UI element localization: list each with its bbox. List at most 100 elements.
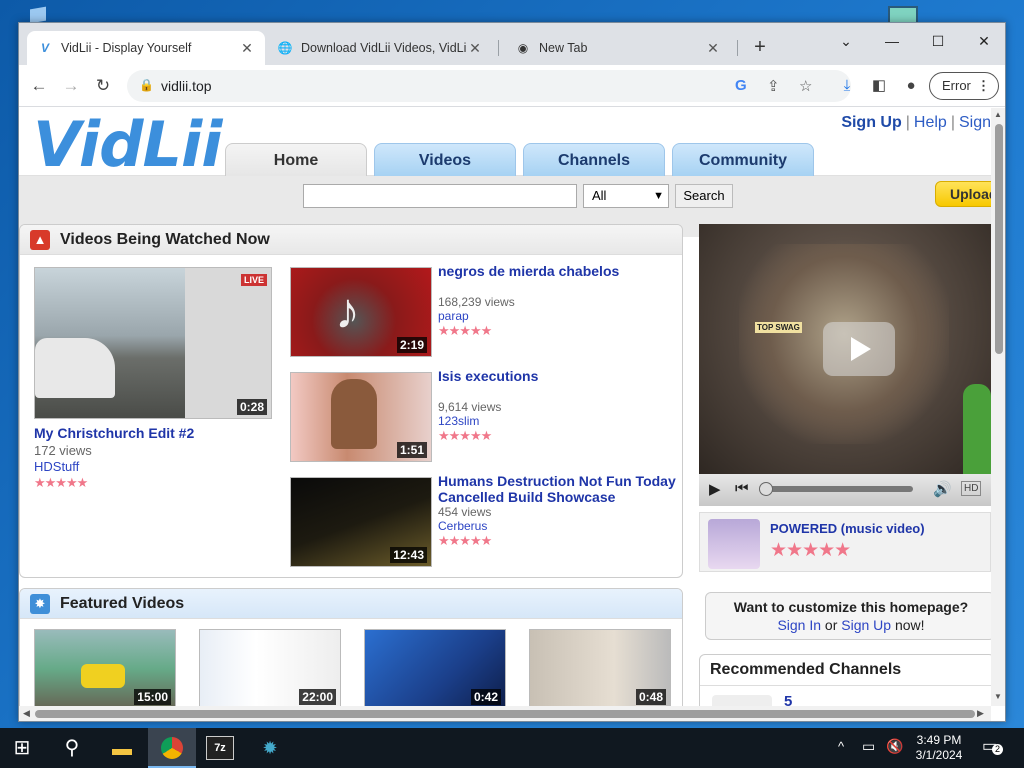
vertical-scrollbar[interactable]: ▲ ▼ [991,108,1005,706]
video-thumbnail[interactable]: 0:42 [364,629,506,706]
duration-badge: 1:51 [396,442,427,458]
video-title-link[interactable]: negros de mierda chabelos [438,263,674,279]
network-icon[interactable]: ▭ [862,738,875,755]
player-controls: ▶ ⏮ 🔊 HD [699,474,991,506]
tab-vidlii[interactable]: V VidLii - Display Yourself ✕ [27,31,265,65]
scroll-thumb[interactable] [35,710,975,718]
tab-download[interactable]: 🌐 Download VidLii Videos, VidLii V ✕ [267,31,493,65]
skip-back-icon[interactable]: ⏮ [735,480,749,497]
upload-button[interactable]: Upload [935,181,991,207]
sign-in-link[interactable]: Sign [959,114,991,131]
search-input[interactable] [303,184,577,208]
file-explorer-icon[interactable]: ▬ [104,734,140,764]
network-app-icon[interactable]: ✹ [256,736,284,760]
video-thumbnail[interactable]: 0:48 [529,629,671,706]
big-play-icon[interactable] [823,322,895,376]
uploader-link[interactable]: 123slim [438,414,479,428]
video-thumbnail[interactable]: LIVE 0:28 [34,267,272,419]
now-playing-title-link[interactable]: POWERED (music video) [770,521,925,536]
sign-up-link[interactable]: Sign Up [841,114,901,131]
vidlii-logo[interactable]: VidLii [33,108,223,181]
search-icon[interactable]: ⚲ [58,734,86,762]
scroll-down-icon[interactable]: ▼ [994,692,1002,701]
scroll-up-icon[interactable]: ▲ [994,110,1002,119]
nav-tab-home[interactable]: Home [225,143,367,176]
search-button[interactable]: Search [675,184,733,208]
forward-arrow-icon[interactable]: → [59,74,83,98]
video-title-link[interactable]: My Christchurch Edit #2 [34,425,194,441]
scroll-thumb[interactable] [995,124,1003,354]
profile-error-button[interactable]: Error ⋮ [929,72,999,100]
video-player[interactable]: TOP SWAG ▶ ⏮ 🔊 HD [699,224,991,506]
chrome-taskbar-button[interactable] [148,728,196,768]
video-thumbnail[interactable]: 12:43 [290,477,432,567]
close-tab-icon[interactable]: ✕ [467,40,483,57]
tab-search-chevron-icon[interactable]: ⌄ [823,27,869,57]
volume-icon[interactable]: 🔊 [933,480,952,498]
nav-tab-community[interactable]: Community [672,143,814,176]
google-translate-icon[interactable]: G [735,77,747,94]
profile-avatar-icon[interactable]: ● [900,75,922,97]
player-video-frame[interactable]: TOP SWAG [699,224,991,474]
7zip-icon[interactable]: 7z [206,736,234,760]
maximize-button[interactable]: ☐ [915,27,961,57]
video-thumbnail[interactable]: 15:00 [34,629,176,706]
video-thumbnail[interactable]: 1:51 [290,372,432,462]
channel-avatar[interactable] [712,695,772,706]
new-tab-button[interactable]: + [747,35,773,61]
wall-shape [185,268,271,418]
address-bar[interactable]: 🔒 vidlii.top G ⇪ ☆ [127,70,851,102]
view-count: 172 views [34,443,92,458]
channel-link[interactable]: 5 [784,693,792,706]
rating-stars: ★★★★★ [438,428,492,443]
view-count: 454 views [438,505,492,519]
close-tab-icon[interactable]: ✕ [239,40,255,57]
notifications-icon[interactable]: ▭ 2 [982,736,1004,758]
now-text: now! [891,617,925,633]
scroll-right-icon[interactable]: ▶ [977,708,984,719]
tab-newtab[interactable]: ◉ New Tab ✕ [505,31,731,65]
person-shape [331,379,377,449]
seek-knob[interactable] [759,482,773,496]
seek-bar[interactable] [763,486,913,492]
sparkle-icon: ✸ [30,594,50,614]
uploader-avatar[interactable] [708,519,760,569]
minimize-button[interactable]: — [869,27,915,57]
uploader-link[interactable]: Cerberus [438,519,487,533]
help-link[interactable]: Help [914,114,947,131]
clock[interactable]: 3:49 PM 3/1/2024 [912,733,966,763]
volume-muted-icon[interactable]: 🔇 [886,738,903,755]
windows-start-icon[interactable]: ⊞ [10,736,34,760]
horizontal-scrollbar[interactable]: ◀ ▶ [19,706,991,721]
download-icon[interactable]: ⤓ [836,75,858,97]
video-thumbnail[interactable]: 22:00 [199,629,341,706]
tray-chevron-icon[interactable]: ^ [838,739,844,754]
uploader-link[interactable]: parap [438,309,469,323]
scroll-left-icon[interactable]: ◀ [23,708,30,719]
video-title-link[interactable]: Humans Destruction Not Fun Today Cancell… [438,473,678,505]
tab-title: New Tab [539,41,588,55]
close-tab-icon[interactable]: ✕ [705,40,721,57]
back-arrow-icon[interactable]: ← [27,74,51,98]
tab-title: VidLii - Display Yourself [61,41,192,55]
reload-icon[interactable]: ↻ [91,74,115,98]
share-icon[interactable]: ⇪ [767,77,780,95]
uploader-link[interactable]: HDStuff [34,459,79,474]
nav-tab-videos[interactable]: Videos [374,143,516,176]
video-title-link[interactable]: Isis executions [438,368,538,384]
taskbar: ⊞ ⚲ ▬ 7z ✹ ^ ▭ 🔇 3:49 PM 3/1/2024 ▭ 2 [0,728,1024,768]
sign-up-link[interactable]: Sign Up [841,617,891,633]
duration-badge: 0:48 [635,689,666,705]
play-icon[interactable]: ▶ [709,480,721,498]
menu-kebab-icon[interactable]: ⋮ [977,73,990,99]
desktop-icon-recycle[interactable] [30,6,46,24]
music-note-icon: ♪ [335,283,360,339]
hd-toggle[interactable]: HD [961,481,982,496]
sign-in-link[interactable]: Sign In [777,617,821,633]
side-panel-icon[interactable]: ◧ [868,75,890,97]
bookmark-star-icon[interactable]: ☆ [799,77,812,95]
search-scope-select[interactable]: All ▼ [583,184,669,208]
close-window-button[interactable]: ✕ [961,27,1005,57]
nav-tab-channels[interactable]: Channels [523,143,665,176]
video-thumbnail[interactable]: ♪ 2:19 [290,267,432,357]
